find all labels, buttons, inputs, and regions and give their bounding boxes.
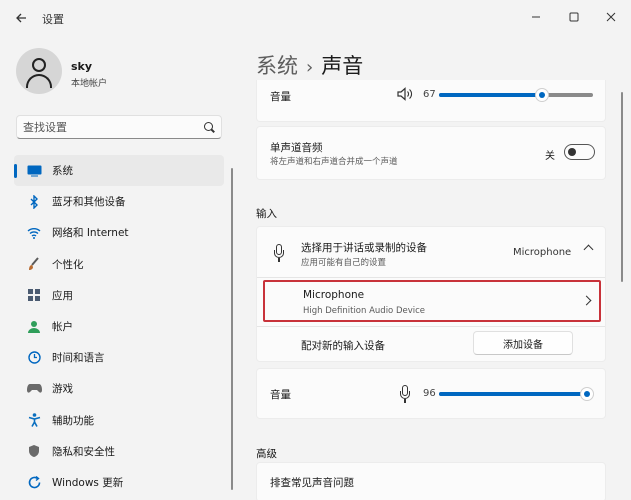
input-section-heading: 输入 (256, 208, 277, 220)
avatar-body-icon (26, 74, 52, 88)
breadcrumb-separator: › (306, 57, 314, 78)
output-volume-label: 音量 (270, 91, 291, 103)
mono-audio-description: 将左声道和右声道合并成一个声道 (270, 157, 398, 167)
app-title: 设置 (42, 13, 64, 26)
input-volume-fill (439, 392, 587, 396)
output-volume-thumb[interactable] (535, 88, 550, 102)
back-button[interactable] (10, 8, 32, 28)
input-device-card: 选择用于讲话或录制的设备 应用可能有自己的设置 Microphone Micro… (256, 226, 606, 362)
divider (257, 326, 605, 327)
sidebar-item-accessibility[interactable]: 辅助功能 (14, 405, 224, 436)
sidebar-item-windows-update[interactable]: Windows 更新 (14, 467, 224, 498)
monitor-icon (26, 163, 42, 179)
sidebar-item-accounts[interactable]: 帐户 (14, 311, 224, 342)
close-button[interactable] (597, 6, 625, 28)
back-arrow-icon (16, 13, 26, 23)
main-scrollbar[interactable] (621, 92, 623, 282)
mono-audio-card: 单声道音频 将左声道和右声道合并成一个声道 关 (256, 126, 606, 180)
sidebar-item-label: 辅助功能 (52, 414, 94, 427)
sidebar-item-label: 隐私和安全性 (52, 445, 115, 458)
add-device-button[interactable]: 添加设备 (473, 331, 573, 355)
page-title: 声音 (321, 54, 364, 78)
search-input[interactable] (23, 119, 198, 135)
maximize-icon (569, 12, 579, 22)
user-name: sky (71, 60, 93, 73)
avatar-head-icon (32, 58, 46, 72)
brush-icon (26, 256, 42, 272)
sidebar-item-label: 应用 (52, 289, 73, 302)
troubleshoot-card[interactable]: 排查常见声音问题 (256, 462, 606, 500)
microphone-icon (400, 385, 410, 403)
sidebar-nav: 系统 蓝牙和其他设备 网络和 Internet 个性化 应用 帐户 时间和语言 … (14, 155, 224, 498)
user-account-type: 本地帐户 (71, 79, 108, 89)
chevron-right-icon (581, 295, 592, 306)
choose-input-description: 应用可能有自己的设置 (301, 258, 387, 268)
device-name: Microphone (303, 289, 365, 301)
device-description: High Definition Audio Device (303, 306, 426, 316)
input-volume-thumb[interactable] (579, 387, 594, 401)
accessibility-icon (26, 412, 42, 428)
output-volume-fill (439, 93, 543, 97)
sidebar-item-apps[interactable]: 应用 (14, 280, 224, 311)
close-icon (606, 12, 616, 22)
sidebar-item-label: 网络和 Internet (52, 227, 129, 240)
input-volume-card: 音量 96 (256, 368, 606, 419)
sidebar-item-system[interactable]: 系统 (14, 155, 224, 187)
search-icon[interactable] (204, 122, 213, 131)
globe-clock-icon (26, 350, 42, 366)
maximize-button[interactable] (560, 6, 588, 28)
mono-audio-toggle[interactable] (564, 144, 595, 160)
shield-icon (26, 443, 42, 459)
sidebar-item-label: 游戏 (52, 383, 73, 396)
sidebar-item-label: 蓝牙和其他设备 (52, 196, 126, 209)
sidebar-item-bluetooth[interactable]: 蓝牙和其他设备 (14, 186, 224, 217)
person-icon (26, 319, 42, 335)
sidebar-scrollbar[interactable] (231, 168, 233, 490)
sidebar-item-network[interactable]: 网络和 Internet (14, 217, 224, 248)
mono-toggle-state: 关 (545, 151, 555, 162)
title-bar: 设置 (0, 0, 631, 36)
microphone-device-row[interactable]: Microphone High Definition Audio Device (263, 280, 601, 322)
input-volume-slider[interactable] (439, 387, 594, 401)
sidebar-item-gaming[interactable]: 游戏 (14, 373, 224, 404)
sidebar-item-personalization[interactable]: 个性化 (14, 249, 224, 280)
advanced-section-heading: 高级 (256, 448, 277, 460)
output-volume-value: 67 (423, 89, 436, 100)
sidebar-item-label: Windows 更新 (52, 476, 124, 489)
breadcrumb-parent[interactable]: 系统 (256, 54, 298, 78)
minimize-button[interactable] (522, 6, 550, 28)
input-volume-value: 96 (423, 388, 436, 399)
pair-input-label: 配对新的输入设备 (301, 340, 385, 352)
update-icon (26, 474, 42, 490)
toggle-knob (568, 147, 576, 156)
sidebar-item-label: 个性化 (52, 258, 84, 271)
bluetooth-icon (26, 194, 42, 210)
troubleshoot-label: 排查常见声音问题 (270, 477, 354, 489)
mono-audio-label: 单声道音频 (270, 142, 323, 154)
search-box[interactable] (16, 115, 222, 139)
gamepad-icon (26, 381, 42, 397)
input-volume-label: 音量 (270, 389, 291, 401)
microphone-icon (274, 244, 284, 262)
sidebar-item-time-language[interactable]: 时间和语言 (14, 342, 224, 373)
breadcrumb: 系统 › 声音 (256, 50, 363, 80)
sidebar-item-label: 时间和语言 (52, 352, 105, 365)
wifi-icon (26, 225, 42, 241)
choose-input-label: 选择用于讲话或录制的设备 (301, 242, 427, 254)
divider (257, 277, 605, 278)
avatar (16, 48, 62, 94)
sidebar-item-privacy[interactable]: 隐私和安全性 (14, 436, 224, 467)
sidebar-item-label: 帐户 (52, 321, 73, 334)
selected-input-device: Microphone (513, 247, 572, 258)
minimize-icon (532, 16, 540, 18)
speaker-icon[interactable] (397, 87, 413, 101)
output-volume-card: 音量 67 (256, 80, 606, 122)
output-volume-slider[interactable] (439, 88, 593, 102)
chevron-up-icon[interactable] (583, 244, 594, 255)
sidebar-item-label: 系统 (52, 165, 73, 178)
apps-icon (26, 287, 42, 303)
